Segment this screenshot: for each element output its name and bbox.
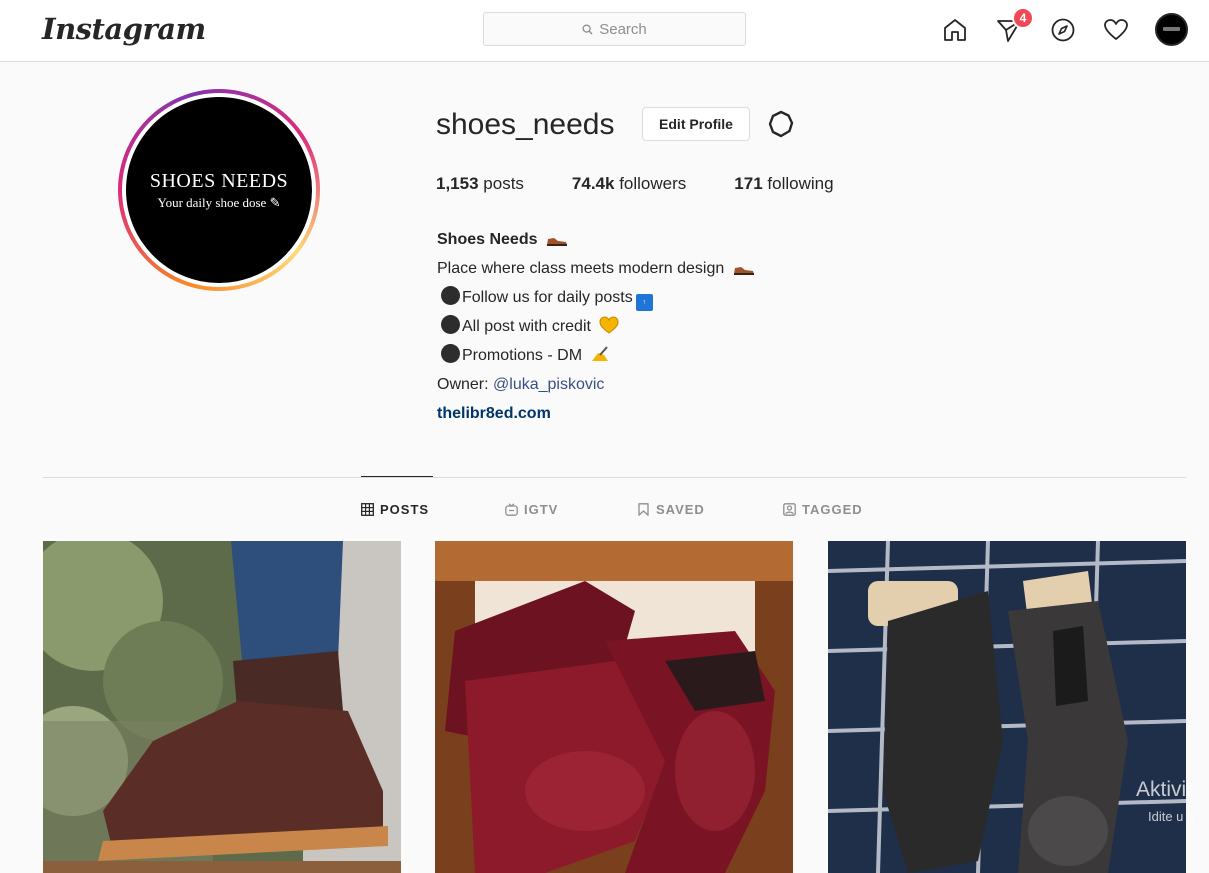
home-button[interactable] bbox=[941, 16, 969, 44]
posts-stat[interactable]: 1,153 posts bbox=[436, 174, 524, 194]
black-circle-icon bbox=[441, 344, 460, 363]
top-nav: Instagram Search 4 bbox=[0, 0, 1209, 62]
notification-badge: 4 bbox=[1012, 7, 1034, 29]
activity-button[interactable] bbox=[1102, 16, 1130, 44]
post-thumbnail-2[interactable] bbox=[435, 541, 793, 873]
tab-posts[interactable]: POSTS bbox=[361, 502, 429, 517]
profile-avatar-nav[interactable] bbox=[1155, 13, 1188, 46]
active-tab-indicator bbox=[361, 476, 433, 477]
tab-igtv[interactable]: IGTV bbox=[505, 502, 558, 517]
tabs-divider bbox=[43, 477, 1186, 478]
black-circle-icon bbox=[441, 315, 460, 334]
owner-mention-link[interactable]: @luka_piskovic bbox=[493, 376, 604, 393]
grid-icon bbox=[361, 503, 374, 516]
gear-icon[interactable] bbox=[766, 109, 796, 139]
following-stat[interactable]: 171 following bbox=[734, 174, 833, 194]
tagged-user-icon bbox=[783, 503, 796, 516]
instagram-logo[interactable]: Instagram bbox=[42, 12, 206, 46]
shoe-icon bbox=[733, 267, 754, 275]
tab-saved[interactable]: SAVED bbox=[637, 502, 705, 517]
profile-stats: 1,153 posts 74.4k followers 171 followin… bbox=[436, 174, 882, 194]
home-icon bbox=[944, 19, 966, 41]
bookmark-icon bbox=[638, 503, 649, 516]
pencil-icon: ✎ bbox=[269, 194, 281, 210]
heart-hands-icon bbox=[599, 316, 619, 334]
profile-avatar[interactable]: SHOES NEEDS Your daily shoe dose ✎ bbox=[118, 89, 320, 291]
bio-line-2: Follow us for daily posts bbox=[462, 289, 633, 306]
website-link[interactable]: thelibr8ed.com bbox=[437, 405, 551, 422]
heart-icon bbox=[1104, 19, 1128, 40]
explore-button[interactable] bbox=[1049, 16, 1077, 44]
post-thumbnail-1[interactable] bbox=[43, 541, 401, 873]
search-icon bbox=[582, 23, 593, 35]
bio-line-4: Promotions - DM bbox=[462, 347, 583, 364]
search-placeholder: Search bbox=[599, 20, 647, 38]
boot-photo bbox=[43, 541, 401, 873]
windows-activation-subtitle: Idite u p bbox=[1148, 809, 1195, 824]
black-circle-icon bbox=[441, 286, 460, 305]
compass-icon bbox=[1051, 18, 1075, 42]
igtv-icon bbox=[505, 503, 518, 516]
post-thumbnail-3[interactable] bbox=[828, 541, 1186, 873]
edit-profile-button[interactable]: Edit Profile bbox=[642, 107, 750, 141]
avatar-subtitle: Your daily shoe dose ✎ bbox=[157, 194, 281, 210]
wingtip-shoes-photo bbox=[828, 541, 1186, 873]
bio-line-3: All post with credit bbox=[462, 318, 591, 335]
oxford-shoes-photo bbox=[435, 541, 793, 873]
windows-activation-title: Aktivir bbox=[1136, 778, 1194, 801]
top-arrow-icon: ↑ bbox=[635, 294, 653, 311]
bio-owner: Owner: @luka_piskovic bbox=[437, 376, 605, 393]
profile-username: shoes_needs bbox=[436, 108, 615, 141]
search-input[interactable]: Search bbox=[483, 12, 746, 46]
tab-tagged[interactable]: TAGGED bbox=[783, 502, 863, 517]
avatar-title: SHOES NEEDS bbox=[149, 169, 289, 192]
followers-stat[interactable]: 74.4k followers bbox=[572, 174, 686, 194]
shoe-icon bbox=[546, 238, 567, 246]
bio-line-1: Place where class meets modern design bbox=[437, 260, 725, 277]
profile-bio: Shoes Needs Place where class meets mode… bbox=[437, 225, 755, 428]
writing-hand-icon bbox=[592, 346, 609, 361]
bio-name: Shoes Needs bbox=[437, 231, 538, 248]
